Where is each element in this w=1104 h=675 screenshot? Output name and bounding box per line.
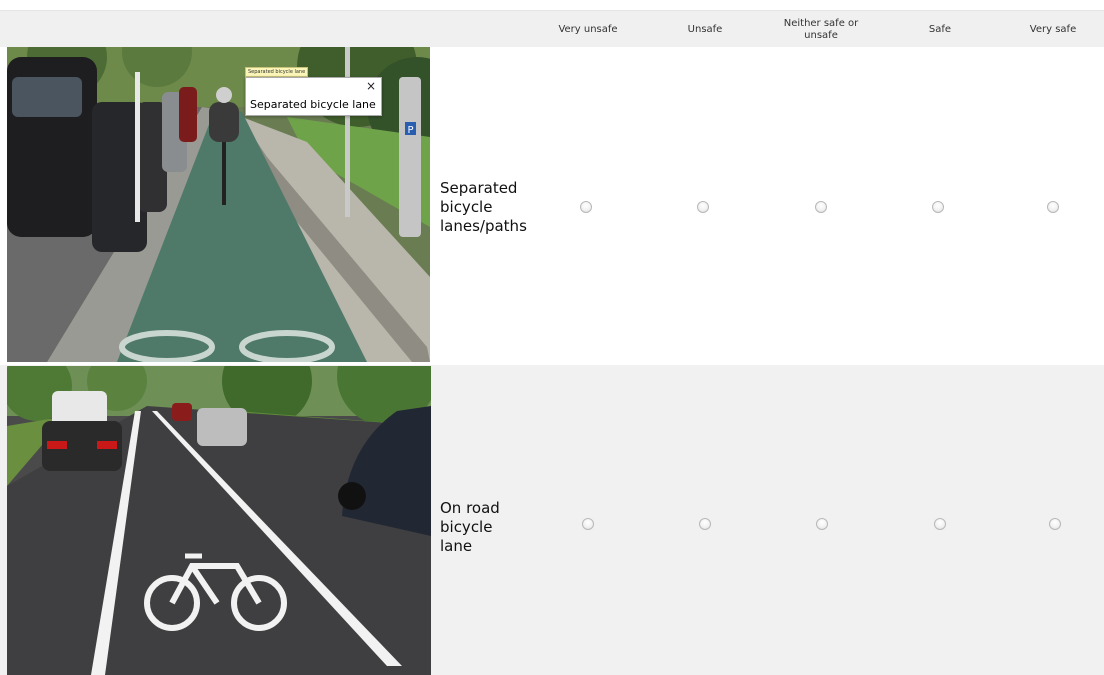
column-header-neither: Neither safe or unsafe [783,17,859,41]
question-row-separated-lanes: P Separated bicycle lane × Separated bic… [0,47,1104,364]
svg-text:P: P [407,125,413,136]
radio-neither[interactable] [816,518,828,530]
column-header-unsafe: Unsafe [687,23,723,35]
radio-very-safe[interactable] [1047,201,1059,213]
column-header-safe: Safe [928,23,952,35]
image-caption-popup: × Separated bicycle lane [245,77,382,116]
radio-unsafe[interactable] [697,201,709,213]
radio-neither[interactable] [815,201,827,213]
on-road-bicycle-lane-photo [7,366,431,675]
question-row-on-road-lane: On road bicycle lane [0,365,1104,675]
radio-unsafe[interactable] [699,518,711,530]
row-label: On road bicycle lane [440,499,500,555]
scale-header: Very unsafe Unsafe Neither safe or unsaf… [0,10,1104,48]
image-tooltip: Separated bicycle lane [245,67,309,77]
radio-safe[interactable] [932,201,944,213]
separated-bicycle-lane-photo: P Separated bicycle lane × Separated bic… [7,47,430,362]
radio-very-safe[interactable] [1049,518,1061,530]
radio-very-unsafe[interactable] [580,201,592,213]
column-header-very-unsafe: Very unsafe [558,23,618,35]
radio-very-unsafe[interactable] [582,518,594,530]
close-icon[interactable]: × [366,79,376,93]
row-label: Separated bicycle lanes/paths [440,179,527,235]
radio-safe[interactable] [934,518,946,530]
popup-caption-text: Separated bicycle lane [250,98,376,111]
column-header-very-safe: Very safe [1029,23,1077,35]
